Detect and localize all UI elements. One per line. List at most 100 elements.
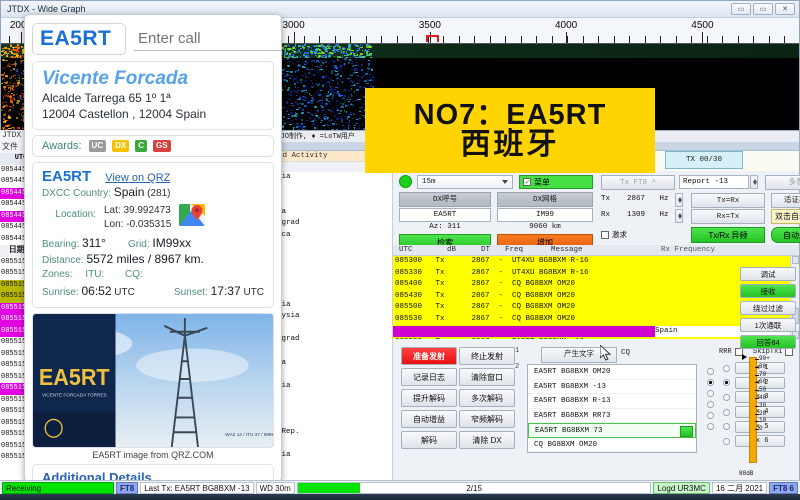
spectrum-pixel	[340, 50, 341, 52]
waterfall-pixel	[305, 85, 307, 87]
waterfall-pixel	[304, 122, 305, 124]
spectrum-pixel	[318, 45, 321, 47]
waterfall-pixel	[341, 106, 343, 108]
spectrum-pixel	[295, 48, 296, 50]
waterfall-pixel	[335, 71, 338, 73]
waterfall-pixel	[353, 113, 354, 114]
spectrum-pixel	[1, 51, 3, 53]
waterfall-pixel	[359, 111, 360, 112]
maximize-icon[interactable]: ▭	[753, 3, 773, 15]
waterfall-pixel	[2, 103, 3, 104]
waterfall-pixel	[344, 63, 346, 64]
waterfall-pixel	[363, 75, 364, 76]
waterfall-pixel	[371, 69, 373, 71]
waterfall-pixel	[316, 66, 318, 67]
waterfall-pixel	[308, 77, 310, 78]
waterfall-pixel	[305, 76, 307, 78]
spectrum-pixel	[335, 44, 337, 46]
freq-tick-label: 3500	[419, 20, 441, 31]
waterfall-pixel	[355, 95, 358, 96]
waterfall-pixel	[289, 124, 292, 125]
waterfall-pixel	[287, 62, 288, 63]
waterfall-pixel	[296, 76, 299, 77]
waterfall-pixel	[334, 115, 336, 117]
spectrum-pixel	[289, 45, 290, 47]
spectrum-pixel	[342, 52, 345, 54]
waterfall-pixel	[314, 106, 317, 108]
waterfall-pixel	[321, 80, 323, 82]
waterfall-pixel	[322, 96, 324, 98]
waterfall-pixel	[16, 80, 18, 81]
spectrum-pixel	[284, 55, 285, 57]
spectrum-pixel	[333, 51, 336, 53]
minimize-icon[interactable]: ▭	[731, 3, 751, 15]
waterfall-pixel	[332, 67, 334, 69]
waterfall-pixel	[299, 118, 301, 119]
waterfall-pixel	[332, 80, 333, 81]
waterfall-pixel	[15, 61, 17, 63]
rx-frequency-marker[interactable]	[426, 35, 439, 42]
waterfall-pixel	[299, 99, 300, 100]
waterfall-pixel	[9, 66, 11, 68]
waterfall-pixel	[21, 79, 24, 81]
waterfall-pixel	[283, 107, 286, 108]
waterfall-pixel	[304, 115, 307, 117]
waterfall-pixel	[3, 97, 4, 99]
waterfall-pixel	[3, 78, 5, 79]
waterfall-pixel	[311, 80, 312, 81]
freq-tick-minor	[459, 36, 460, 43]
waterfall-pixel	[304, 59, 306, 60]
waterfall-pixel	[341, 71, 342, 73]
waterfall-pixel	[353, 72, 355, 73]
waterfall-pixel	[10, 70, 12, 71]
spectrum-pixel	[343, 51, 346, 53]
spectrum-pixel	[360, 53, 363, 55]
waterfall-pixel	[304, 97, 307, 99]
freq-tick-minor	[319, 36, 320, 43]
waterfall-pixel	[362, 64, 364, 65]
spectrum-pixel	[4, 52, 5, 54]
freq-tick-minor	[598, 36, 599, 43]
waterfall-pixel	[1, 83, 3, 84]
waterfall-pixel	[295, 68, 296, 69]
freq-tick-minor	[707, 36, 708, 43]
spectrum-pixel	[368, 46, 371, 48]
freq-tick-minor	[335, 36, 336, 43]
waterfall-pixel	[351, 88, 353, 90]
waterfall-pixel	[17, 84, 19, 86]
spectrum-pixel	[308, 50, 309, 52]
waterfall-pixel	[286, 113, 287, 115]
waterfall-pixel	[21, 99, 23, 101]
waterfall-pixel	[304, 105, 307, 107]
waterfall-pixel	[296, 126, 298, 128]
spectrum-pixel	[339, 56, 340, 58]
waterfall-pixel	[296, 81, 299, 83]
waterfall-pixel	[286, 58, 289, 60]
waterfall-pixel	[321, 120, 323, 122]
spectrum-pixel	[292, 47, 295, 49]
waterfall-pixel	[322, 62, 324, 63]
waterfall-pixel	[322, 100, 323, 101]
spectrum-pixel	[311, 53, 313, 55]
freq-tick-minor	[614, 36, 615, 43]
waterfall-pixel	[299, 95, 300, 96]
freq-tick-minor	[536, 36, 537, 43]
spectrum-pixel	[297, 51, 299, 53]
waterfall-pixel	[10, 82, 11, 83]
freq-tick-minor	[366, 36, 367, 43]
waterfall-pixel	[332, 107, 334, 109]
waterfall-pixel	[314, 70, 316, 71]
spectrum-pixel	[304, 52, 306, 54]
spectrum-pixel	[347, 48, 349, 50]
spectrum-pixel	[307, 52, 309, 54]
waterfall-pixel	[317, 76, 318, 77]
waterfall-pixel	[287, 122, 289, 123]
waterfall-pixel	[301, 103, 304, 104]
waterfall-pixel	[340, 110, 342, 112]
waterfall-pixel	[283, 116, 284, 118]
spectrum-pixel	[303, 49, 304, 51]
waterfall-pixel	[336, 124, 338, 125]
waterfall-pixel	[4, 86, 6, 88]
close-icon[interactable]: ✕	[775, 3, 795, 15]
freq-tick-minor	[304, 36, 305, 43]
